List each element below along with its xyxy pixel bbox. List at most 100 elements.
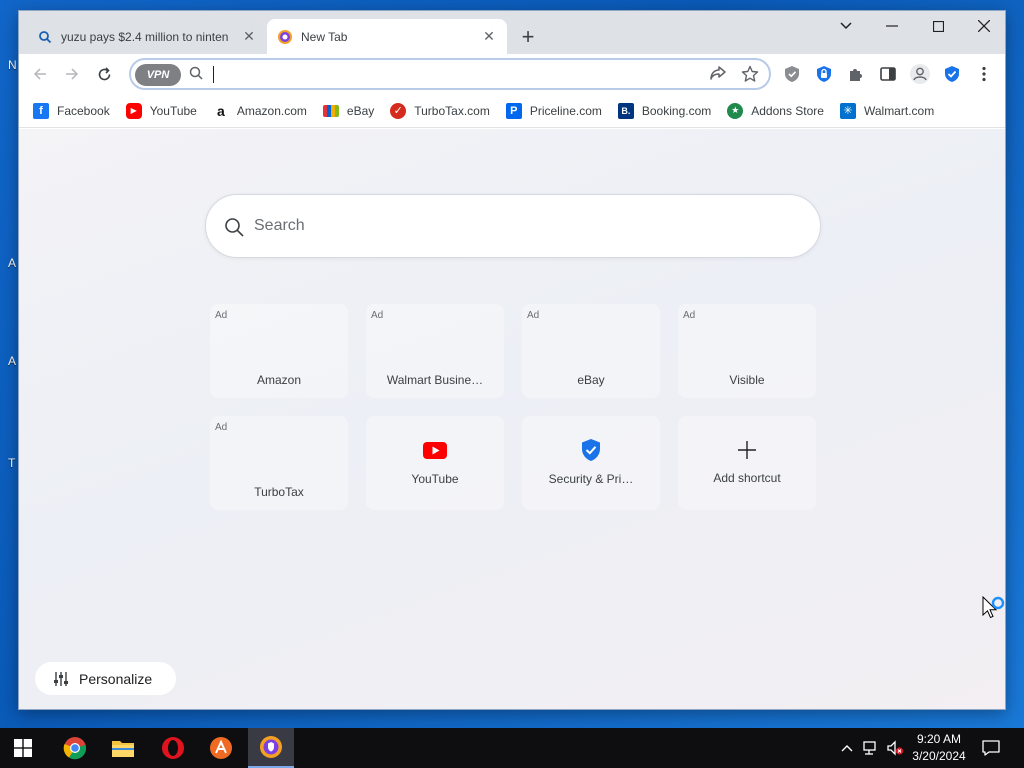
shortcut-tile[interactable]: Ad Visible	[678, 304, 816, 398]
ad-badge: Ad	[215, 310, 228, 321]
notifications-icon[interactable]	[978, 728, 1004, 768]
bookmark-label: eBay	[346, 103, 375, 118]
shortcut-tile[interactable]: Ad Amazon	[210, 304, 348, 398]
bookmark-label: Booking.com	[641, 103, 712, 118]
browser-logo-icon	[277, 29, 293, 45]
walmart-icon: ✳	[839, 102, 856, 119]
bookmark-booking[interactable]: B. Booking.com	[617, 102, 712, 119]
browser-window: yuzu pays $2.4 million to ninten ✕ New T…	[18, 10, 1006, 710]
desktop-icon-label: N	[8, 58, 17, 72]
close-tab-icon[interactable]: ✕	[241, 28, 257, 45]
vpn-toggle[interactable]: VPN	[135, 64, 181, 86]
app-icon[interactable]	[198, 728, 244, 768]
chrome-icon[interactable]	[52, 728, 98, 768]
shortcut-label: Security & Pri…	[548, 472, 634, 486]
bookmark-turbotax[interactable]: ✓ TurboTax.com	[390, 102, 490, 119]
sliders-icon	[54, 671, 68, 686]
tab-strip: yuzu pays $2.4 million to ninten ✕ New T…	[19, 11, 1005, 54]
minimize-button[interactable]	[869, 11, 915, 41]
mouse-cursor-icon	[982, 595, 1006, 629]
ad-badge: Ad	[371, 310, 384, 321]
clock-time: 9:20 AM	[916, 732, 962, 746]
windows-start-icon[interactable]	[0, 728, 46, 768]
reload-button[interactable]	[91, 61, 117, 87]
profile-icon[interactable]	[907, 61, 933, 87]
bookmarks-bar: f Facebook ▶ YouTube a Amazon.com eBay ✓…	[19, 94, 1005, 128]
bookmark-label: YouTube	[149, 103, 197, 118]
puzzle-shield-icon[interactable]	[779, 61, 805, 87]
network-icon[interactable]	[860, 728, 882, 768]
tab-title: New Tab	[301, 29, 348, 44]
bookmark-label: TurboTax.com	[414, 103, 490, 118]
opera-icon[interactable]	[150, 728, 196, 768]
shortcut-tile[interactable]: Ad eBay	[522, 304, 660, 398]
shortcut-label: TurboTax	[254, 485, 304, 499]
shortcut-tile[interactable]: Ad Walmart Busine…	[366, 304, 504, 398]
tab-yuzu-article[interactable]: yuzu pays $2.4 million to ninten ✕	[27, 19, 267, 54]
bookmark-priceline[interactable]: P Priceline.com	[505, 102, 602, 119]
bookmark-youtube[interactable]: ▶ YouTube	[125, 102, 197, 119]
text-caret	[213, 66, 214, 83]
shield-check-icon[interactable]	[939, 61, 965, 87]
priceline-icon: P	[505, 102, 522, 119]
bookmark-label: Addons Store	[751, 103, 824, 118]
system-clock[interactable]: 9:20 AM 3/20/2024	[906, 731, 972, 765]
bookmark-walmart[interactable]: ✳ Walmart.com	[839, 102, 934, 119]
shortcut-tile[interactable]: Ad TurboTax	[210, 416, 348, 510]
shortcut-tile[interactable]: YouTube	[366, 416, 504, 510]
tab-title: yuzu pays $2.4 million to ninten	[61, 29, 229, 44]
bookmark-facebook[interactable]: f Facebook	[33, 102, 110, 119]
bookmark-star-icon[interactable]	[741, 65, 759, 88]
share-icon[interactable]	[709, 65, 727, 86]
ntp-search-box[interactable]: Search	[205, 194, 821, 258]
file-explorer-icon[interactable]	[100, 728, 146, 768]
tab-new-tab[interactable]: New Tab ✕	[267, 19, 507, 54]
shortcut-label: YouTube	[411, 472, 459, 486]
forward-button[interactable]	[59, 61, 85, 87]
ad-badge: Ad	[683, 310, 696, 321]
bookmark-addons-store[interactable]: ★ Addons Store	[727, 102, 824, 119]
new-tab-button[interactable]: +	[515, 25, 541, 51]
address-bar[interactable]: VPN	[129, 58, 771, 90]
search-icon	[224, 217, 244, 242]
shortcut-label: Walmart Busine…	[386, 373, 484, 387]
sidebar-icon[interactable]	[875, 61, 901, 87]
shortcut-label: eBay	[577, 373, 605, 387]
add-shortcut-tile[interactable]: Add shortcut	[678, 416, 816, 510]
bookmark-label: Facebook	[57, 103, 110, 118]
close-window-button[interactable]	[961, 11, 1005, 41]
bookmark-label: Priceline.com	[529, 103, 602, 118]
shortcut-label: Amazon	[256, 373, 302, 387]
facebook-icon: f	[33, 102, 49, 119]
new-tab-page: Search Ad Amazon Ad Walmart Busine… Ad e…	[19, 129, 1005, 709]
menu-kebab-icon[interactable]	[971, 61, 997, 87]
desktop-icon-label: T	[8, 456, 16, 470]
shortcut-label: Add shortcut	[713, 471, 781, 485]
ebay-icon	[322, 104, 339, 117]
bookmark-ebay[interactable]: eBay	[322, 103, 375, 118]
search-icon	[189, 66, 203, 85]
lock-shield-icon[interactable]	[811, 61, 837, 87]
desktop-icon-label: A	[8, 256, 17, 270]
ad-badge: Ad	[527, 310, 540, 321]
addons-store-icon: ★	[727, 102, 744, 119]
back-button[interactable]	[27, 61, 53, 87]
search-icon	[37, 29, 53, 45]
shortcut-tile[interactable]: Security & Pri…	[522, 416, 660, 510]
speaker-muted-icon[interactable]	[884, 728, 906, 768]
youtube-icon: ▶	[125, 102, 142, 119]
tab-search-chevron-icon[interactable]	[823, 11, 869, 41]
personalize-button[interactable]: Personalize	[35, 662, 176, 695]
tray-overflow-chevron-icon[interactable]	[836, 728, 858, 768]
shortcut-label: Visible	[729, 373, 765, 387]
plus-icon	[735, 438, 759, 462]
maximize-button[interactable]	[915, 11, 961, 41]
clock-date: 3/20/2024	[912, 749, 966, 763]
browser-icon[interactable]	[248, 728, 294, 768]
close-tab-icon[interactable]: ✕	[481, 28, 497, 45]
browser-toolbar: VPN	[19, 54, 1005, 94]
youtube-icon	[423, 438, 447, 462]
personalize-label: Personalize	[79, 670, 153, 687]
bookmark-amazon[interactable]: a Amazon.com	[212, 102, 307, 119]
puzzle-icon[interactable]	[843, 61, 869, 87]
